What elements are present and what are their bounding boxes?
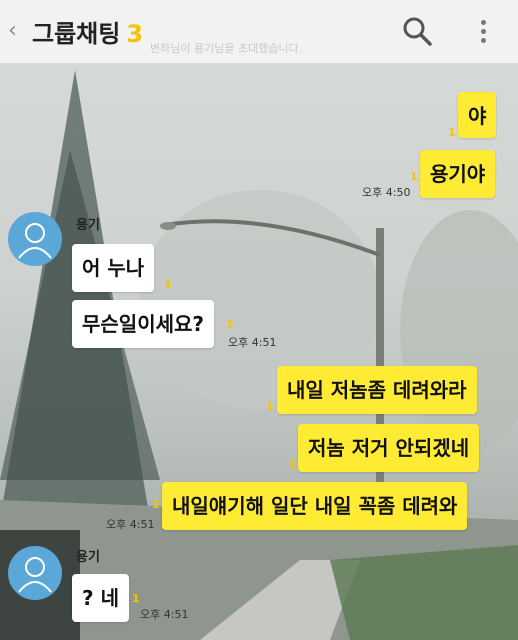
message-time: 오후 4:51 bbox=[106, 518, 155, 531]
sender-name: 용기 bbox=[76, 218, 100, 233]
sender-name: 용기 bbox=[76, 550, 100, 565]
unread-count: 1 bbox=[164, 278, 172, 291]
message-bubble[interactable]: 무슨일이세요? bbox=[72, 300, 215, 348]
message-bubble[interactable]: 어 누나 bbox=[72, 244, 155, 292]
unread-count: 1 bbox=[226, 318, 234, 331]
message-time: 오후 4:50 bbox=[362, 186, 411, 199]
default-profile-icon bbox=[18, 223, 52, 259]
chat-title: 그룹채팅 3 bbox=[32, 14, 143, 49]
unread-count: 1 bbox=[152, 498, 160, 511]
back-arrow-icon[interactable]: ‹ bbox=[8, 16, 26, 46]
chat-title-text: 그룹채팅 bbox=[32, 20, 121, 48]
message-bubble[interactable]: 야 bbox=[458, 92, 497, 138]
avatar[interactable] bbox=[8, 546, 62, 600]
unread-count: 1 bbox=[132, 592, 140, 605]
message-bubble[interactable]: 내일얘기해 일단 내일 꼭좀 데려와 bbox=[162, 482, 468, 530]
default-profile-icon bbox=[18, 557, 52, 593]
unread-count: 1 bbox=[448, 126, 456, 139]
message-bubble[interactable]: 저놈 저거 안되겠네 bbox=[298, 424, 480, 472]
unread-count: 1 bbox=[288, 458, 296, 471]
unread-count: 1 bbox=[266, 400, 274, 413]
message-bubble[interactable]: ? 네 bbox=[72, 574, 129, 622]
member-count: 3 bbox=[126, 20, 144, 48]
unread-count: 1 bbox=[410, 170, 418, 183]
system-notice: 변하님이 용기님을 초대했습니다. bbox=[150, 42, 303, 55]
avatar[interactable] bbox=[8, 212, 62, 266]
chat-header: ‹ 그룹채팅 3 변하님이 용기님을 초대했습니다. bbox=[0, 0, 518, 64]
message-bubble[interactable]: 용기야 bbox=[420, 150, 496, 198]
message-time: 오후 4:51 bbox=[140, 608, 189, 621]
message-bubble[interactable]: 내일 저놈좀 데려와라 bbox=[277, 366, 477, 414]
search-icon[interactable] bbox=[400, 14, 434, 48]
message-time: 오후 4:51 bbox=[228, 336, 277, 349]
more-options-icon[interactable] bbox=[476, 16, 490, 48]
